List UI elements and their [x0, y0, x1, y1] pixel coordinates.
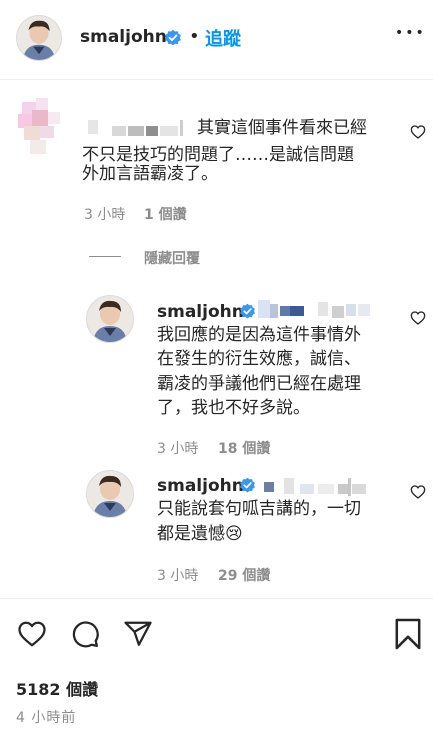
blurred-avatar-image — [18, 98, 60, 154]
post-time: 4 小時前 — [16, 710, 77, 726]
commenter-avatar-blurred[interactable] — [16, 96, 62, 162]
reply-1-blurred-mention — [258, 300, 370, 318]
comment-text-line-3: 外加言語霸凌了。 — [82, 164, 218, 184]
actions-divider — [0, 598, 433, 599]
header-separator: • — [189, 26, 200, 47]
reply-2-blurred-mention — [264, 478, 366, 496]
comment-like-heart-icon[interactable] — [410, 124, 426, 140]
blurred-username — [88, 120, 183, 136]
reply-1-username[interactable]: smaljohn — [157, 302, 244, 322]
reply-2-like-heart-icon[interactable] — [410, 484, 426, 500]
like-heart-icon[interactable] — [16, 619, 48, 649]
comment-text-line-1: 其實這個事件看來已經 — [197, 118, 367, 138]
comment-time: 3 小時 — [84, 207, 126, 223]
header-username[interactable]: smaljohn — [80, 27, 167, 47]
reply-1-text-line-3: 霸凌的爭議他們已經在處理 — [157, 374, 361, 394]
reply-2-avatar-image — [87, 471, 133, 517]
reply-1-text-line-1: 我回應的是因為這件事情外 — [157, 325, 361, 345]
reply-2-text-line-2-content: 都是遺憾 — [157, 524, 225, 544]
reply-1-verified-badge-icon — [240, 303, 255, 319]
sad-face-emoji-icon: 😢 — [225, 524, 243, 544]
reply-2-text-line-2: 都是遺憾😢 — [157, 521, 243, 548]
bookmark-icon[interactable] — [394, 617, 422, 651]
reply-2-likes-count[interactable]: 29 個讚 — [218, 565, 270, 585]
profile-avatar[interactable] — [16, 15, 62, 61]
share-icon[interactable] — [122, 619, 154, 649]
post-likes-count[interactable]: 5182 個讚 — [16, 676, 98, 700]
follow-button[interactable]: 追蹤 — [205, 25, 241, 51]
reply-2-avatar[interactable] — [86, 470, 134, 518]
reply-1-text-line-2: 在發生的衍生效應，誠信、 — [157, 349, 361, 369]
reply-1-like-heart-icon[interactable] — [410, 310, 426, 326]
verified-badge-icon — [165, 29, 181, 46]
reply-1-text-line-4: 了，我也不好多說。 — [157, 398, 310, 418]
reply-2-username[interactable]: smaljohn — [157, 476, 244, 496]
reply-1-avatar-image — [87, 296, 133, 342]
hide-replies-line — [89, 256, 121, 257]
reply-1-avatar[interactable] — [86, 295, 134, 343]
avatar-image — [17, 16, 61, 60]
reply-2-text-line-1: 只能說套句呱吉講的，一切 — [157, 499, 361, 519]
reply-1-likes-count[interactable]: 18 個讚 — [218, 438, 270, 458]
comment-likes-count[interactable]: 1 個讚 — [144, 204, 187, 224]
comment-icon[interactable] — [69, 619, 101, 649]
more-options-button[interactable]: ••• — [395, 25, 426, 41]
reply-1-time: 3 小時 — [157, 441, 199, 457]
hide-replies-button[interactable]: 隱藏回覆 — [144, 248, 200, 268]
reply-2-time: 3 小時 — [157, 568, 199, 584]
reply-2-verified-badge-icon — [240, 477, 255, 493]
